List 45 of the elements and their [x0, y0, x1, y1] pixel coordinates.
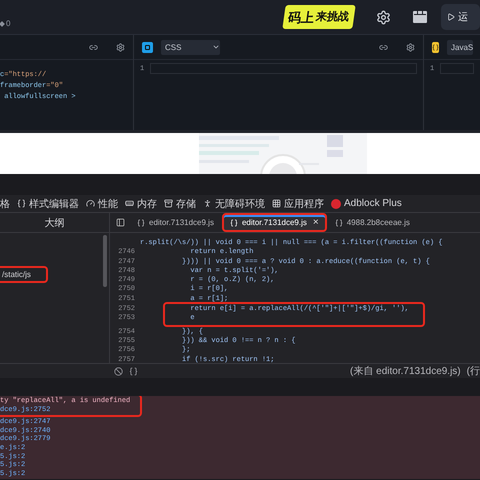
devtools-tab[interactable]: 内存 — [125, 196, 157, 210]
tool-icon — [17, 199, 26, 208]
devtools-tab[interactable]: 样式编辑器 — [17, 196, 79, 210]
settings-icon[interactable] — [376, 10, 391, 24]
devtools-tab[interactable]: 性能 — [86, 196, 118, 210]
language-select[interactable]: JavaS — [447, 40, 474, 54]
devtools-tab[interactable]: 应用程序 — [272, 196, 324, 210]
logo: 码上来挑战 — [282, 5, 356, 29]
devtools-tab[interactable]: Adblock Plus — [331, 198, 402, 209]
sidebar-toggle-icon[interactable] — [116, 218, 125, 227]
scrollbar-thumb[interactable] — [102, 235, 106, 287]
file-tab[interactable]: 4988.2b8ceeae.js — [326, 213, 418, 232]
adblock-icon — [331, 198, 341, 208]
counter: 0 — [6, 19, 10, 28]
tool-icon — [86, 199, 95, 208]
file-tab[interactable]: editor.7131dce9.js × — [222, 213, 327, 232]
tool-icon — [164, 199, 173, 208]
braces-icon — [137, 218, 145, 226]
devtools-tab[interactable]: 存储 — [164, 196, 196, 210]
link-icon[interactable] — [379, 42, 388, 52]
layout-icon[interactable] — [412, 11, 427, 23]
language-select[interactable]: CSS — [161, 40, 220, 54]
braces-icon — [230, 218, 238, 226]
play-icon — [446, 13, 455, 21]
status-text: (行 — [466, 365, 480, 378]
devtools-tab[interactable]: 无障碍环境 — [203, 196, 265, 210]
settings-icon[interactable] — [406, 42, 415, 52]
outline-title: 大纲 — [44, 216, 64, 230]
js-icon — [432, 42, 439, 52]
tool-icon — [203, 199, 212, 208]
tool-icon — [272, 199, 281, 208]
close-icon[interactable]: × — [312, 217, 319, 228]
link-icon[interactable] — [89, 42, 98, 52]
run-button[interactable]: 运 — [440, 4, 480, 30]
css-icon — [142, 42, 153, 52]
status-text: (来自 editor.7131dce9.js) — [350, 364, 461, 378]
chevron-icon — [212, 43, 220, 51]
pretty-print-icon[interactable] — [129, 366, 138, 376]
settings-icon[interactable] — [116, 42, 125, 52]
tool-icon — [125, 199, 134, 208]
source-folder[interactable]: /static/js — [0, 266, 48, 283]
blackbox-icon[interactable] — [114, 366, 123, 376]
file-tab[interactable]: editor.7131dce9.js — [129, 213, 222, 232]
devtools-tab[interactable]: 格 — [0, 196, 10, 210]
braces-icon — [334, 218, 343, 226]
